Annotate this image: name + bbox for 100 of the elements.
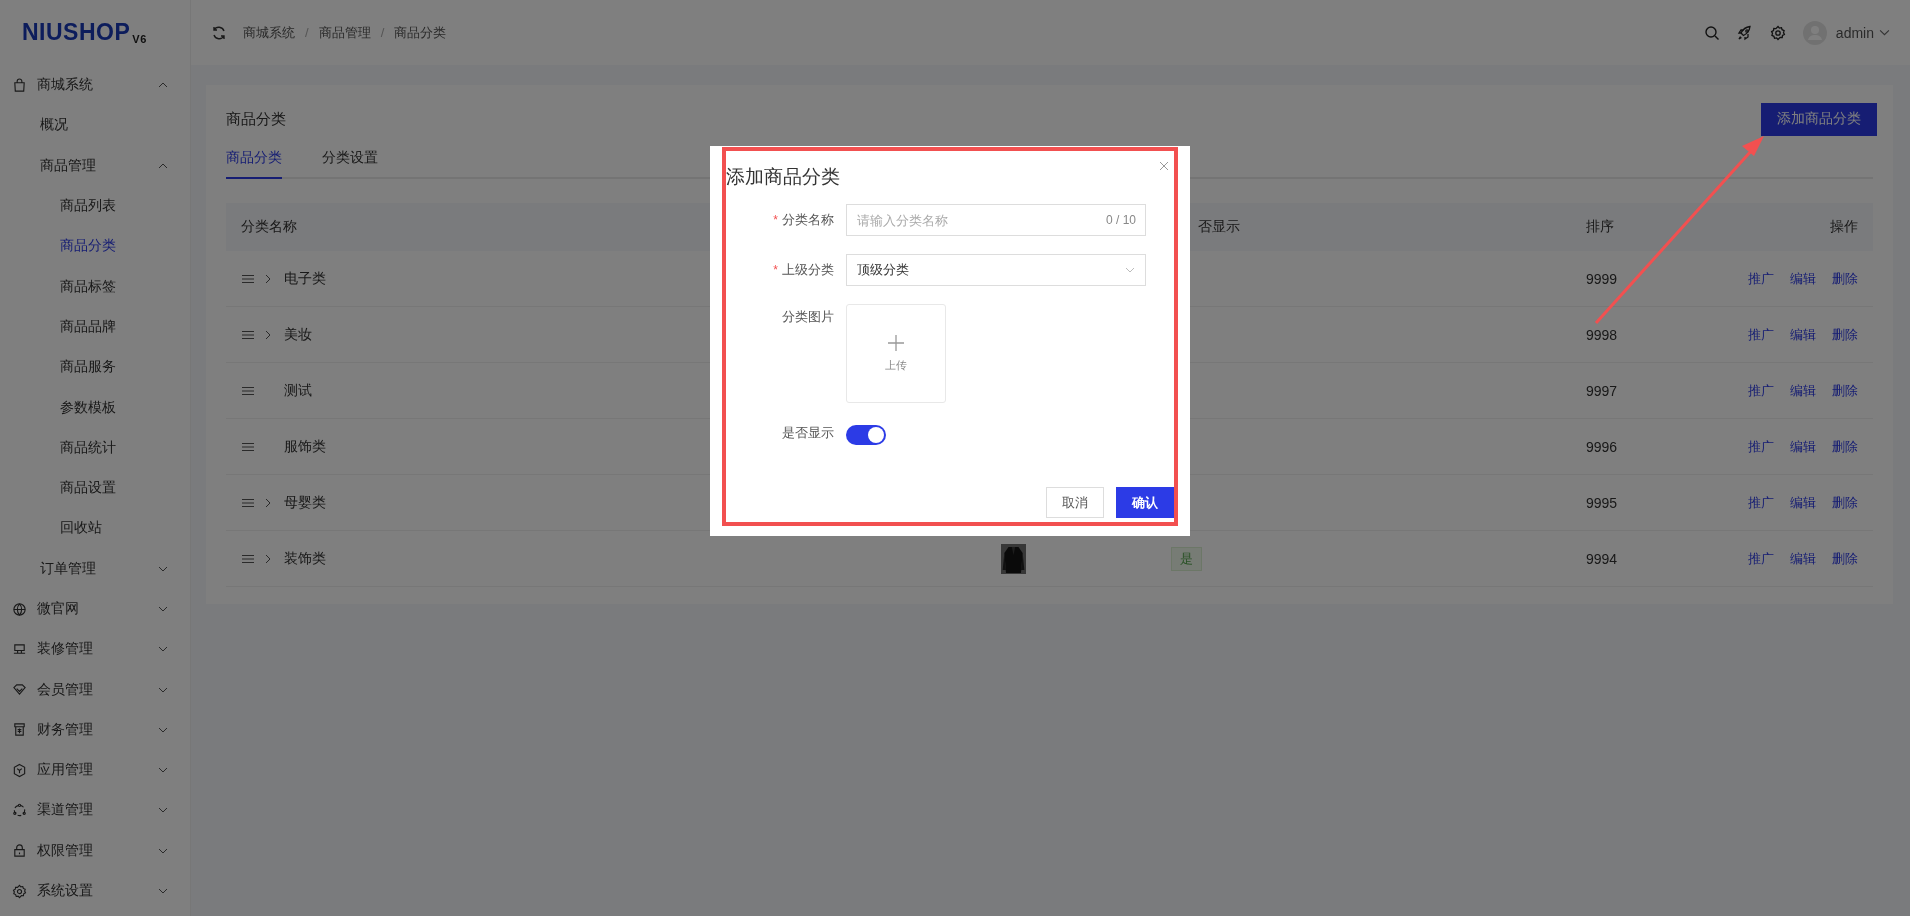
parent-category-select[interactable]: 顶级分类 bbox=[846, 254, 1146, 286]
diamond-icon bbox=[12, 682, 27, 698]
sidebar-item[interactable]: 商品品牌 bbox=[0, 306, 190, 348]
bag-icon bbox=[12, 77, 27, 93]
refresh-icon[interactable] bbox=[211, 24, 227, 41]
action-link[interactable]: 推广 bbox=[1748, 381, 1774, 400]
sidebar-item[interactable]: 商品列表 bbox=[0, 185, 190, 227]
drag-handle-icon[interactable] bbox=[242, 273, 254, 284]
action-link[interactable]: 编辑 bbox=[1790, 325, 1816, 344]
action-link[interactable]: 删除 bbox=[1832, 549, 1858, 568]
sidebar-item[interactable]: 商品分类 bbox=[0, 226, 190, 267]
breadcrumb-separator: / bbox=[305, 25, 309, 40]
required-mark: * bbox=[773, 263, 778, 277]
action-link[interactable]: 编辑 bbox=[1790, 269, 1816, 288]
sort-number: 9997 bbox=[1586, 382, 1618, 399]
sidebar-item[interactable]: 权限管理 bbox=[0, 830, 190, 871]
breadcrumb-link[interactable]: 商品分类 bbox=[394, 23, 447, 42]
action-link[interactable]: 编辑 bbox=[1790, 437, 1816, 456]
sidebar-item[interactable]: 商品服务 bbox=[0, 347, 190, 388]
category-name: 装饰类 bbox=[284, 549, 326, 568]
rocket-icon[interactable] bbox=[1736, 24, 1753, 41]
settings-icon[interactable] bbox=[1769, 24, 1786, 41]
chevron-right-icon[interactable] bbox=[265, 273, 271, 284]
sort-number: 9999 bbox=[1586, 270, 1618, 287]
chevron-right-icon[interactable] bbox=[265, 329, 271, 340]
sort-number: 9996 bbox=[1586, 438, 1618, 455]
status-tag: 是 bbox=[1171, 546, 1202, 571]
action-link[interactable]: 推广 bbox=[1748, 269, 1774, 288]
chevron-down-icon bbox=[1125, 267, 1135, 273]
action-link[interactable]: 推广 bbox=[1748, 437, 1774, 456]
breadcrumb-separator: / bbox=[380, 25, 385, 40]
cabinet-icon bbox=[12, 722, 27, 738]
action-link[interactable]: 删除 bbox=[1832, 493, 1858, 512]
tab[interactable]: 分类设置 bbox=[322, 143, 378, 179]
category-name: 测试 bbox=[284, 381, 312, 400]
drag-handle-icon[interactable] bbox=[242, 553, 254, 564]
breadcrumb-link[interactable]: 商城系统 bbox=[243, 23, 295, 42]
sidebar-item[interactable]: 商品管理 bbox=[0, 145, 190, 186]
sidebar-item[interactable]: 应用管理 bbox=[0, 750, 190, 791]
dialog-title: 添加商品分类 bbox=[726, 165, 840, 189]
sidebar-item[interactable]: 概况 bbox=[0, 105, 190, 146]
add-category-button[interactable]: 添加商品分类 bbox=[1761, 102, 1877, 136]
action-link[interactable]: 推广 bbox=[1748, 325, 1774, 344]
sidebar-item[interactable]: 系统设置 bbox=[0, 870, 190, 912]
cancel-button[interactable]: 取消 bbox=[1046, 487, 1104, 518]
sidebar-item[interactable]: 装修管理 bbox=[0, 629, 190, 670]
drag-handle-icon[interactable] bbox=[242, 329, 254, 340]
sidebar-item[interactable]: 商城系统 bbox=[0, 65, 190, 106]
action-link[interactable]: 删除 bbox=[1832, 437, 1858, 456]
action-link[interactable]: 删除 bbox=[1832, 269, 1858, 288]
action-link[interactable]: 删除 bbox=[1832, 325, 1858, 344]
confirm-button[interactable]: 确认 bbox=[1116, 487, 1174, 518]
sidebar-item[interactable]: 回收站 bbox=[0, 508, 190, 549]
action-link[interactable]: 推广 bbox=[1748, 549, 1774, 568]
column-header: 排序 bbox=[1586, 218, 1614, 236]
required-mark: * bbox=[773, 213, 778, 227]
sidebar-item[interactable]: 参数模板 bbox=[0, 387, 190, 428]
action-link[interactable]: 编辑 bbox=[1790, 549, 1816, 568]
sidebar-item[interactable]: 财务管理 bbox=[0, 709, 190, 751]
monitor-icon bbox=[12, 641, 27, 657]
close-icon[interactable] bbox=[1159, 161, 1169, 171]
sidebar-item[interactable]: 会员管理 bbox=[0, 669, 190, 710]
field-label: 上级分类 bbox=[782, 261, 834, 279]
sidebar-item[interactable]: 商品标签 bbox=[0, 266, 190, 307]
plus-icon bbox=[888, 334, 904, 351]
category-name: 电子类 bbox=[284, 269, 326, 288]
tab[interactable]: 商品分类 bbox=[226, 143, 282, 179]
chevron-down-icon[interactable] bbox=[1879, 29, 1890, 36]
field-label: 是否显示 bbox=[782, 424, 834, 442]
column-header: 操作 bbox=[1830, 218, 1858, 236]
gear-icon bbox=[12, 883, 27, 899]
breadcrumb-link[interactable]: 商品管理 bbox=[318, 23, 371, 42]
lock-icon bbox=[12, 843, 27, 859]
upload-area[interactable]: 上传 bbox=[846, 304, 946, 403]
drag-handle-icon[interactable] bbox=[242, 497, 254, 508]
drag-handle-icon[interactable] bbox=[242, 441, 254, 452]
visibility-switch[interactable] bbox=[846, 425, 886, 445]
sidebar-item[interactable]: 商品统计 bbox=[0, 427, 190, 468]
action-link[interactable]: 推广 bbox=[1748, 493, 1774, 512]
sidebar-item[interactable]: 订单管理 bbox=[0, 548, 190, 589]
sidebar-item[interactable]: 商品设置 bbox=[0, 467, 190, 509]
category-name: 服饰类 bbox=[284, 437, 326, 456]
sidebar-item[interactable]: 微官网 bbox=[0, 588, 190, 630]
sort-number: 9995 bbox=[1586, 494, 1618, 511]
sidebar-item[interactable]: 渠道管理 bbox=[0, 790, 190, 831]
nodes-icon bbox=[12, 803, 27, 818]
field-label: 分类图片 bbox=[782, 308, 834, 326]
page-title: 商品分类 bbox=[226, 109, 286, 129]
column-header: 否显示 bbox=[1198, 218, 1240, 236]
upload-label: 上传 bbox=[885, 357, 907, 373]
search-icon[interactable] bbox=[1703, 24, 1720, 41]
chevron-right-icon[interactable] bbox=[265, 553, 271, 564]
character-counter: 0 / 10 bbox=[1105, 213, 1136, 227]
globe-icon bbox=[12, 601, 27, 617]
drag-handle-icon[interactable] bbox=[242, 385, 254, 396]
chevron-right-icon[interactable] bbox=[265, 497, 271, 508]
action-link[interactable]: 编辑 bbox=[1790, 381, 1816, 400]
user-name[interactable]: admin bbox=[1835, 24, 1874, 41]
action-link[interactable]: 编辑 bbox=[1790, 493, 1816, 512]
action-link[interactable]: 删除 bbox=[1832, 381, 1858, 400]
